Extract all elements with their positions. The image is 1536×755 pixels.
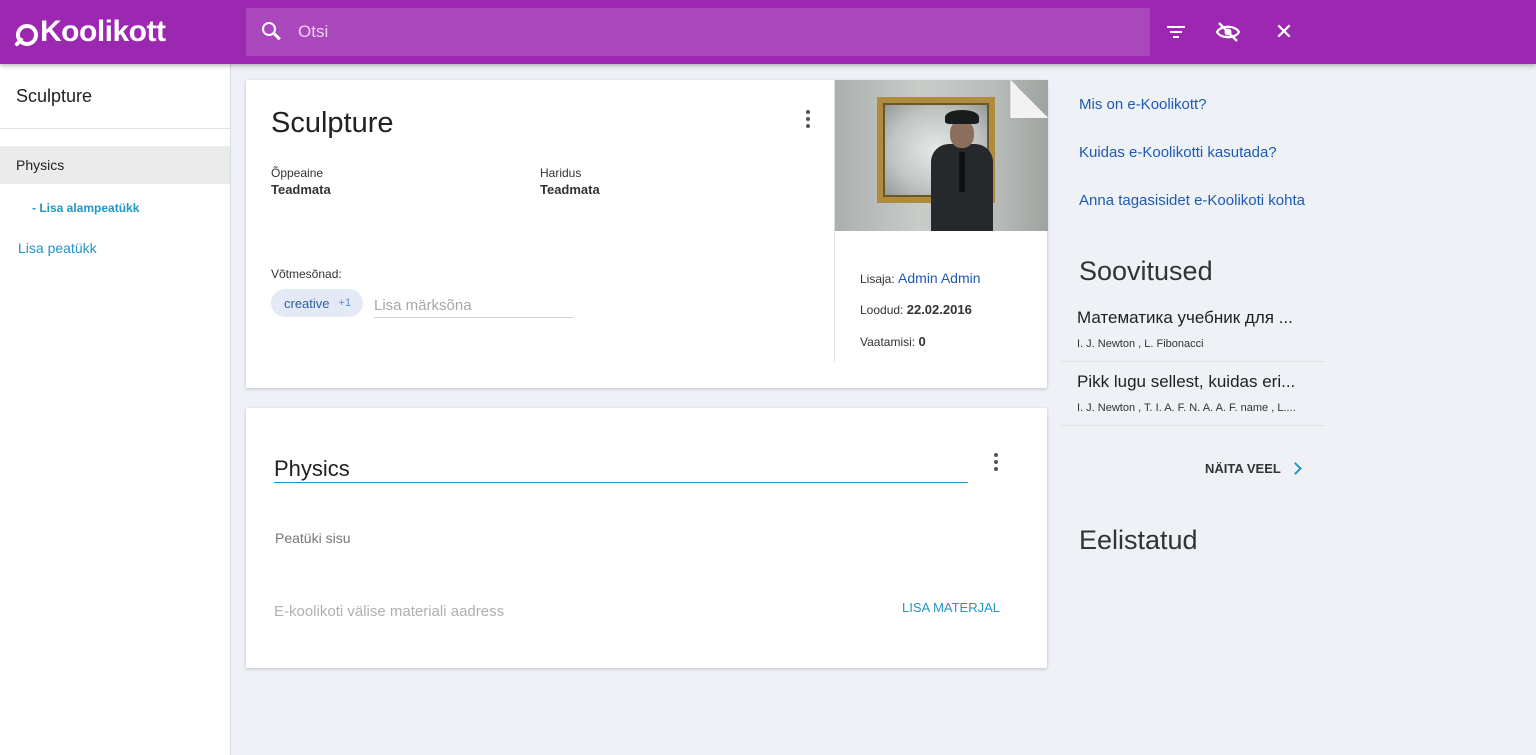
chapter-content-placeholder[interactable]: Peatüki sisu [275, 530, 350, 546]
filter-icon[interactable] [1160, 16, 1192, 48]
material-side-panel: Lisaja: Admin Admin Loodud: 22.02.2016 V… [834, 80, 1048, 362]
add-material-button[interactable]: LISA MATERJAL [902, 600, 1000, 615]
more-vert-icon[interactable] [798, 107, 818, 131]
chapter-card: Peatüki sisu LISA MATERJAL [246, 408, 1047, 668]
education-label: Haridus [540, 166, 582, 180]
visibility-off-icon[interactable] [1212, 16, 1244, 48]
recommendation-authors: I. J. Newton , T. I. A. F. N. A. A. F. n… [1077, 402, 1296, 414]
education-value: Teadmata [540, 182, 600, 197]
keywords-label: Võtmesõnad: [271, 267, 342, 281]
subject-value: Teadmata [271, 182, 331, 197]
material-url-input[interactable] [274, 600, 864, 622]
search-input[interactable] [298, 22, 1150, 42]
recommendation-title: Математика учебник для ... [1077, 308, 1293, 327]
keyword-input[interactable] [374, 293, 573, 318]
sidebar-divider [0, 128, 230, 129]
search-icon[interactable] [262, 22, 282, 42]
show-more-label: NÄITA VEEL [1205, 461, 1281, 476]
added-by-link[interactable]: Admin Admin [898, 270, 980, 286]
created-date: Loodud: 22.02.2016 [860, 302, 972, 317]
logo-magnifier-icon [14, 14, 48, 50]
keyword-chip-label: creative [284, 295, 330, 311]
search-bar [246, 8, 1150, 56]
what-is-link[interactable]: Mis on e-Koolikott? [1079, 96, 1207, 113]
recommendation-item[interactable]: Pikk lugu sellest, kuidas eri... I. J. N… [1061, 362, 1324, 426]
recommendation-item[interactable]: Математика учебник для ... I. J. Newton … [1061, 298, 1324, 362]
close-icon[interactable]: ✕ [1268, 16, 1300, 48]
sidebar: Sculpture Physics - Lisa alampeatükk Lis… [0, 64, 231, 755]
recommendations-title: Soovitused [1079, 256, 1213, 286]
add-subchapter-link[interactable]: - Lisa alampeatükk [32, 201, 139, 215]
feedback-link[interactable]: Anna tagasisidet e-Koolikoti kohta [1079, 192, 1305, 209]
show-more-button[interactable]: NÄITA VEEL [1205, 461, 1302, 476]
material-thumbnail[interactable] [835, 80, 1048, 231]
chapter-more-vert-icon[interactable] [986, 450, 1006, 474]
keyword-more-count[interactable]: +1 [339, 297, 352, 309]
favorites-title: Eelistatud [1079, 525, 1198, 555]
material-title: Sculpture [271, 107, 394, 139]
top-bar: Koolikott ✕ [0, 0, 1536, 64]
sidebar-title[interactable]: Sculpture [16, 86, 92, 107]
add-chapter-link[interactable]: Lisa peatükk [18, 240, 97, 256]
keyword-chip[interactable]: creative +1 [271, 289, 363, 317]
subject-label: Õppeaine [271, 166, 324, 180]
added-by: Lisaja: Admin Admin [860, 270, 981, 286]
how-to-use-link[interactable]: Kuidas e-Koolikotti kasutada? [1079, 144, 1277, 161]
chapter-title-input[interactable] [274, 456, 968, 483]
views-count: Vaatamisi: 0 [860, 334, 926, 349]
logo-text: Koolikott [40, 15, 166, 48]
sidebar-item-physics[interactable]: Physics [0, 146, 230, 184]
recommendation-authors: I. J. Newton , L. Fibonacci [1077, 338, 1204, 350]
logo[interactable]: Koolikott [14, 12, 166, 52]
material-card: Sculpture Õppeaine Teadmata Haridus Tead… [246, 80, 1048, 388]
recommendation-title: Pikk lugu sellest, kuidas eri... [1077, 372, 1296, 391]
chevron-right-icon [1288, 462, 1302, 475]
